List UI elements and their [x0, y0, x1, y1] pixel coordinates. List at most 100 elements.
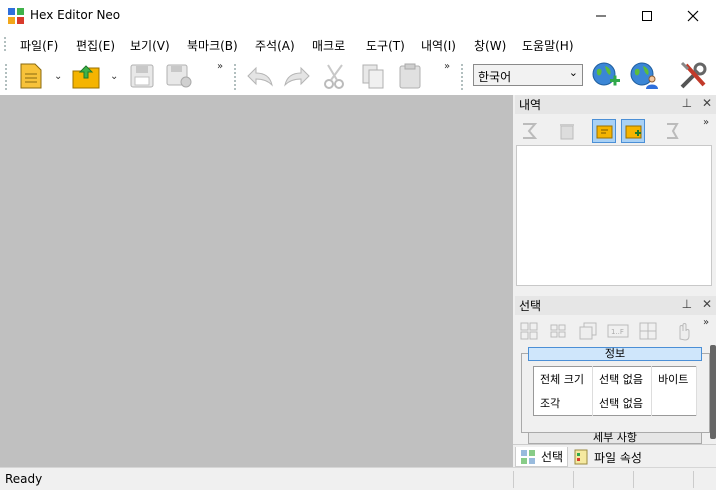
tab-selection-label: 선택: [541, 450, 564, 464]
history-panel-title: 내역: [519, 98, 542, 112]
tab-selection[interactable]: 선택: [515, 447, 569, 467]
toolbar-overflow-icon-2[interactable]: »: [444, 61, 450, 72]
select-grid-2-button[interactable]: [546, 319, 570, 343]
selection-tab-icon: [521, 449, 535, 464]
toolbar-grip-3[interactable]: [460, 63, 464, 91]
right-dock: 내역 ⊥ ✕ » 선택 ⊥ ✕ 1..F » 정보 전체 크기 선택 없음 바이…: [513, 95, 716, 467]
window-title: Hex Editor Neo: [30, 8, 121, 22]
details-section-header[interactable]: 세부 사항: [528, 432, 702, 444]
table-cell: 조각: [533, 391, 594, 416]
select-grid-1-button[interactable]: [517, 319, 541, 343]
table-cell: 전체 크기: [533, 366, 594, 391]
chevron-down-icon: ⌄: [568, 66, 578, 79]
select-hand-button[interactable]: [671, 319, 695, 343]
close-icon[interactable]: ✕: [702, 297, 712, 311]
open-file-button[interactable]: [70, 60, 102, 92]
toolbar-grip[interactable]: [4, 63, 8, 91]
settings-button[interactable]: [677, 60, 709, 92]
pin-icon[interactable]: ⊥: [682, 297, 692, 311]
undo-button[interactable]: [244, 60, 276, 92]
svg-text:1..F: 1..F: [611, 328, 624, 336]
redo-icon: [284, 66, 310, 87]
new-file-dropdown-icon[interactable]: ⌄: [54, 71, 62, 82]
main-toolbar: ⌄ ⌄ » »: [0, 57, 716, 95]
language-select[interactable]: 한국어 ⌄: [473, 64, 583, 86]
selection-panel-title: 선택: [519, 299, 542, 313]
history-back-button[interactable]: [592, 119, 616, 143]
maximize-button[interactable]: [624, 0, 670, 31]
web-user-button[interactable]: [628, 60, 660, 92]
menu-window[interactable]: 창(W): [474, 37, 506, 54]
close-button[interactable]: [670, 0, 716, 31]
paste-button[interactable]: [394, 60, 426, 92]
status-bar: Ready: [0, 467, 716, 490]
hand-icon: [679, 323, 690, 341]
menu-macro[interactable]: 매크로: [312, 37, 345, 54]
sigma-icon: [523, 123, 538, 139]
close-icon: [687, 10, 699, 21]
pin-icon[interactable]: ⊥: [682, 96, 692, 110]
save-disk-icon: [130, 64, 154, 88]
save-button[interactable]: [126, 60, 158, 92]
menu-annotations[interactable]: 주석(A): [255, 37, 295, 54]
save-all-icon: [166, 64, 192, 88]
app-logo-icon: [8, 8, 24, 24]
info-section-header[interactable]: 정보: [528, 347, 702, 361]
save-all-button[interactable]: [163, 60, 195, 92]
menu-bar: 파일(F) 편집(E) 보기(V) 북마크(B) 주석(A) 매크로 도구(T)…: [0, 31, 716, 57]
history-export-button[interactable]: [661, 119, 685, 143]
history-add-button[interactable]: [621, 119, 645, 143]
tools-icon: [680, 61, 707, 89]
hex-range-icon: 1..F: [607, 324, 629, 338]
globe-user-icon: [630, 62, 658, 89]
title-bar: Hex Editor Neo: [0, 0, 716, 31]
menu-bookmarks[interactable]: 북마크(B): [187, 37, 238, 54]
history-clear-button[interactable]: [555, 119, 579, 143]
menu-grip[interactable]: [3, 36, 7, 52]
minimize-button[interactable]: [578, 0, 624, 31]
minimize-icon: [596, 15, 606, 16]
toolbar-overflow-icon[interactable]: »: [217, 61, 223, 72]
menu-history[interactable]: 내역(I): [421, 37, 456, 54]
clipboard-icon: [399, 63, 421, 89]
scissors-icon: [324, 64, 344, 89]
select-grid-3-button[interactable]: [576, 319, 600, 343]
select-grid-4-button[interactable]: [636, 319, 660, 343]
web-add-button[interactable]: [590, 60, 622, 92]
panel-overflow-icon[interactable]: »: [703, 117, 709, 128]
maximize-icon: [642, 10, 652, 21]
select-hex-button[interactable]: 1..F: [606, 319, 630, 343]
open-file-dropdown-icon[interactable]: ⌄: [110, 71, 118, 82]
export-icon: [667, 123, 679, 139]
table-cell: [651, 391, 697, 416]
undo-icon: [247, 66, 273, 87]
history-toolbar: »: [515, 115, 714, 145]
close-icon[interactable]: ✕: [702, 96, 712, 110]
copy-button[interactable]: [357, 60, 389, 92]
table-cell: 선택 없음: [592, 366, 653, 391]
copy-icon: [362, 64, 384, 89]
new-file-button[interactable]: [15, 60, 47, 92]
panel-overflow-icon-2[interactable]: »: [703, 317, 709, 328]
history-list[interactable]: [516, 145, 712, 286]
editor-workspace[interactable]: [0, 95, 513, 467]
selection-panel-header: 선택 ⊥ ✕: [515, 296, 716, 315]
toolbar-grip-2[interactable]: [233, 63, 237, 91]
menu-tools[interactable]: 도구(T): [366, 37, 405, 54]
grid-stack-icon: [579, 322, 597, 340]
selection-toolbar: 1..F »: [515, 315, 714, 345]
menu-view[interactable]: 보기(V): [130, 37, 170, 54]
menu-help[interactable]: 도움말(H): [522, 37, 574, 54]
redo-button[interactable]: [281, 60, 313, 92]
status-divider: [513, 471, 514, 488]
table-cell: 선택 없음: [592, 391, 653, 416]
grid-icon: [520, 322, 538, 340]
history-sum-button[interactable]: [517, 119, 541, 143]
cut-button[interactable]: [319, 60, 351, 92]
table-cell: 바이트: [651, 366, 697, 391]
menu-edit[interactable]: 편집(E): [76, 37, 115, 54]
selection-scrollbar[interactable]: [710, 345, 716, 439]
language-value: 한국어: [478, 70, 512, 84]
menu-file[interactable]: 파일(F): [20, 37, 58, 54]
tab-file-properties[interactable]: 파일 속성: [569, 447, 646, 467]
